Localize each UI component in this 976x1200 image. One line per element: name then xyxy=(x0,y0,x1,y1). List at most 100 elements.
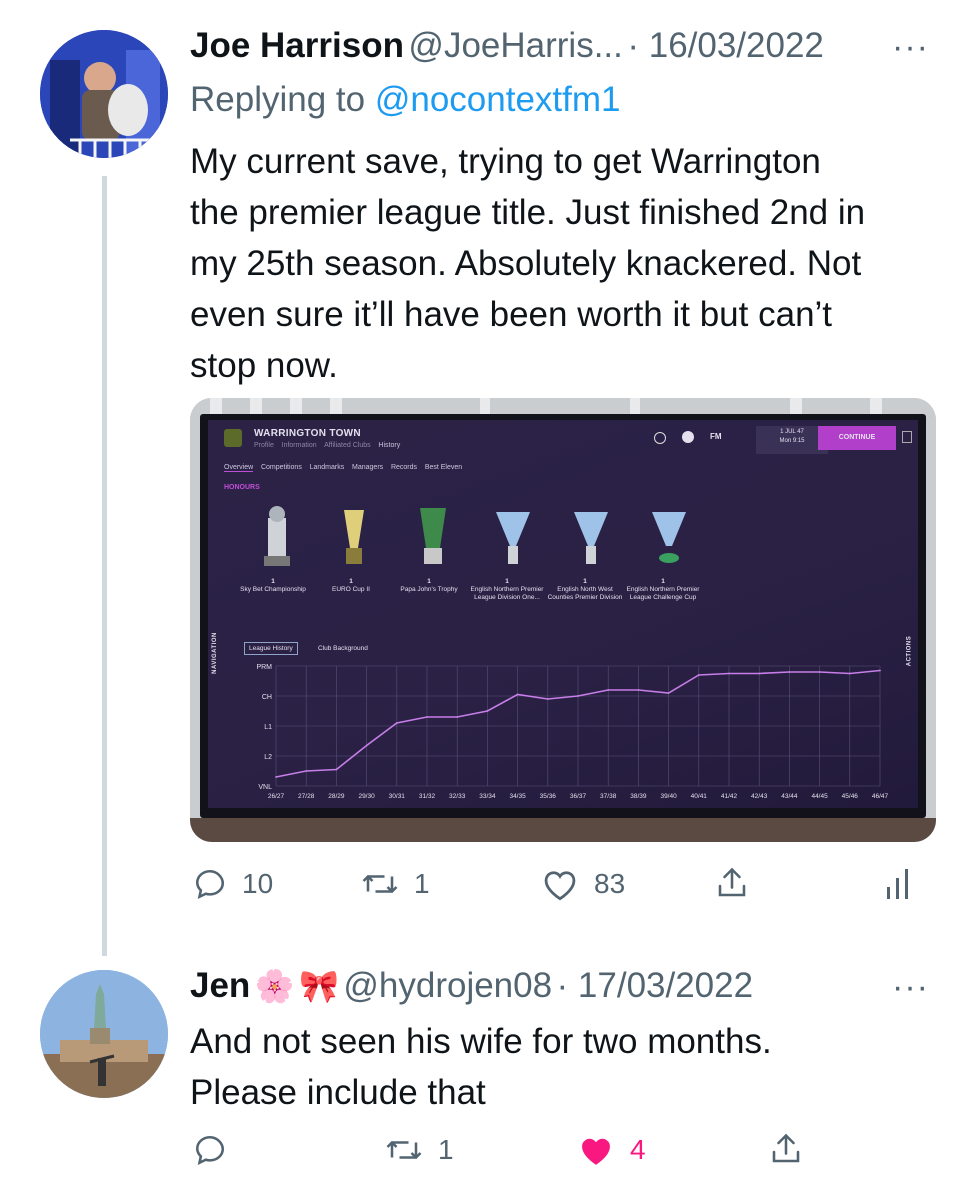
author-name[interactable]: Jen xyxy=(190,966,250,1005)
data-point xyxy=(275,776,277,778)
honour-item[interactable]: 1 Papa John's Trophy xyxy=(390,578,468,602)
subnav-affiliated[interactable]: Affiliated Clubs xyxy=(324,442,371,449)
tweet-media-image[interactable]: WARRINGTON TOWN Profile Information Affi… xyxy=(190,398,936,842)
data-point xyxy=(456,716,459,718)
tweet-text-line: my 25th season. Absolutely knackered. No… xyxy=(190,244,862,283)
honour-count: 1 xyxy=(661,578,665,585)
tweet-date[interactable]: · 17/03/2022 xyxy=(557,966,754,1005)
tab-best-eleven[interactable]: Best Eleven xyxy=(425,464,462,471)
like-count: 83 xyxy=(594,868,626,899)
trophy-sky-bet-icon xyxy=(264,506,290,566)
honour-item[interactable]: 1 English North West Counties Premier Div… xyxy=(546,578,624,602)
data-point xyxy=(335,768,338,771)
reply-button[interactable]: 10 xyxy=(192,866,273,902)
avatar-jen[interactable] xyxy=(40,970,168,1098)
tab-bar: Overview Competitions Landmarks Managers… xyxy=(224,464,462,472)
share-button[interactable] xyxy=(714,864,750,902)
tweet-text-line: And not seen his wife for two months. xyxy=(190,1022,772,1061)
subnav-information[interactable]: Information xyxy=(282,442,317,449)
honour-item[interactable]: 1 EURO Cup II xyxy=(312,578,390,602)
x-tick-label: 37/38 xyxy=(600,793,617,800)
more-options-icon[interactable]: ··· xyxy=(892,28,929,67)
trophy-papa-johns-icon xyxy=(420,508,446,564)
cherry-blossom-icon: 🌸 xyxy=(254,968,295,1004)
like-button[interactable]: 4 xyxy=(576,1132,646,1168)
x-tick-label: 26/27 xyxy=(268,793,285,800)
y-tick-label: L2 xyxy=(264,754,272,761)
heart-filled-icon xyxy=(582,1138,610,1165)
x-tick-label: 34/35 xyxy=(509,793,526,800)
subnav-profile[interactable]: Profile xyxy=(254,442,274,449)
retweet-icon xyxy=(362,875,398,893)
honour-name: Sky Bet Championship xyxy=(240,586,306,593)
tab-managers[interactable]: Managers xyxy=(352,464,383,471)
tab-records[interactable]: Records xyxy=(391,464,417,471)
honour-count: 1 xyxy=(505,578,509,585)
data-point xyxy=(607,689,610,691)
tweet-text-line: the premier league title. Just finished … xyxy=(190,193,866,232)
subnav-history[interactable]: History xyxy=(378,442,400,449)
reply-button[interactable] xyxy=(192,1132,228,1168)
avatar-photo xyxy=(40,970,168,1098)
trophy-nwc-premier-icon xyxy=(574,512,608,564)
honours-list: 1 Sky Bet Championship 1 EURO Cup II 1 Papa… xyxy=(234,578,714,602)
x-tick-label: 28/29 xyxy=(328,793,345,800)
honour-item[interactable]: 1 English Northern Premier League Divisio… xyxy=(468,578,546,602)
more-options-icon[interactable]: ··· xyxy=(892,968,929,1007)
honour-name: English Northern Premier League Challeng… xyxy=(626,586,700,601)
honour-count: 1 xyxy=(427,578,431,585)
tab-landmarks[interactable]: Landmarks xyxy=(310,464,345,471)
data-point xyxy=(758,672,761,675)
club-subnav: Profile Information Affiliated Clubs His… xyxy=(254,442,400,449)
league-history-chart: PRM CH L1 L2 VNL 26/27 27/28 28/29 29/30 30/31 31/… xyxy=(256,664,888,800)
like-count: 4 xyxy=(630,1134,646,1165)
analytics-button[interactable] xyxy=(884,866,914,902)
avatar-joe-harrison[interactable] xyxy=(40,30,168,158)
continue-button[interactable]: CONTINUE xyxy=(818,426,896,450)
league-history-tab[interactable]: League History xyxy=(244,642,298,655)
help-icon[interactable] xyxy=(682,431,694,443)
author-handle[interactable]: @JoeHarris... xyxy=(408,26,622,65)
x-tick-label: 45/46 xyxy=(842,793,859,800)
tab-overview[interactable]: Overview xyxy=(224,464,254,472)
x-tick-label: 43/44 xyxy=(781,793,798,800)
x-tick-label: 29/30 xyxy=(358,793,375,800)
x-tick-label: 38/39 xyxy=(630,793,647,800)
honours-label: HONOURS xyxy=(224,484,260,491)
replying-to-handle-link[interactable]: @nocontextfm1 xyxy=(375,80,621,119)
tweet-text-line: even sure it’ll have been worth it but c… xyxy=(190,295,833,334)
analytics-icon xyxy=(887,869,908,899)
author-name[interactable]: Joe Harrison xyxy=(190,26,404,65)
replying-to-label: Replying to xyxy=(190,80,375,119)
retweet-button[interactable]: 1 xyxy=(384,1132,454,1168)
data-point xyxy=(637,689,640,691)
y-tick-label: CH xyxy=(262,694,272,701)
data-point xyxy=(577,695,579,697)
trophy-npl-challenge-cup-icon xyxy=(652,512,686,563)
honour-item[interactable]: 1 Sky Bet Championship xyxy=(234,578,312,602)
ribbon-icon: 🎀 xyxy=(299,968,339,1004)
tv-frame: WARRINGTON TOWN Profile Information Affi… xyxy=(200,414,926,818)
x-tick-label: 35/36 xyxy=(540,793,557,800)
x-tick-label: 41/42 xyxy=(721,793,738,800)
share-button[interactable] xyxy=(768,1130,804,1168)
data-point xyxy=(426,716,428,718)
tweet-date[interactable]: · 16/03/2022 xyxy=(627,26,824,65)
data-point xyxy=(788,671,791,673)
club-crest-icon xyxy=(224,429,242,447)
tab-competitions[interactable]: Competitions xyxy=(261,464,302,471)
honour-item[interactable]: 1 English Northern Premier League Challen… xyxy=(624,578,702,602)
retweet-icon xyxy=(386,1141,422,1159)
retweet-button[interactable]: 1 xyxy=(360,866,430,902)
data-point xyxy=(848,672,851,675)
author-handle[interactable]: @hydrojen08 xyxy=(343,966,552,1005)
tweet-header: Joe Harrison @JoeHarris... · 16/03/2022 xyxy=(190,26,824,66)
navigation-sidebar-label[interactable]: NAVIGATION xyxy=(212,632,218,674)
search-icon[interactable] xyxy=(654,432,666,444)
tweet-text-line: Please include that xyxy=(190,1073,486,1112)
reply-icon xyxy=(195,1135,225,1166)
like-button[interactable]: 83 xyxy=(540,866,625,902)
club-background-tab[interactable]: Club Background xyxy=(318,645,368,652)
menu-icon[interactable] xyxy=(902,431,912,443)
fm-screen: WARRINGTON TOWN Profile Information Affi… xyxy=(208,420,918,808)
